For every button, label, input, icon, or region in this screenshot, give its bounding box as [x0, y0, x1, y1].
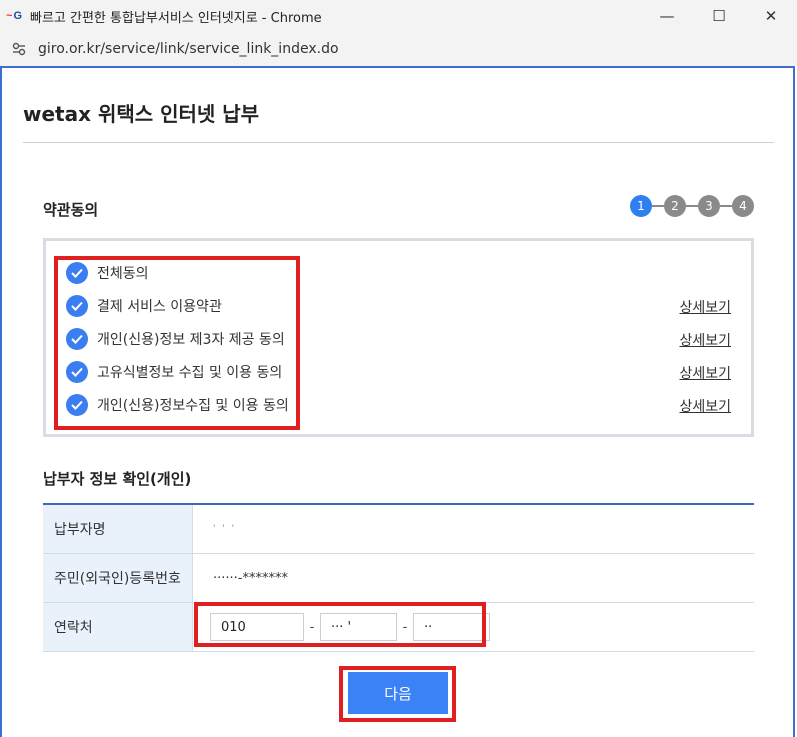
browser-title-bar: ~ G 빠르고 간편한 통합납부서비스 인터넷지로 - Chrome — ☐ ✕: [0, 0, 797, 32]
step-2: 2: [664, 195, 686, 217]
step-connector: [652, 205, 664, 207]
minimize-button[interactable]: —: [641, 0, 693, 32]
address-bar[interactable]: giro.or.kr/service/link/service_link_ind…: [0, 32, 797, 66]
table-row: 주민(외국인)등록번호 ······-*******: [43, 554, 754, 603]
title-divider: [23, 142, 774, 143]
term-detail-link[interactable]: 상세보기: [679, 330, 731, 350]
term-detail-link[interactable]: 상세보기: [679, 297, 731, 317]
rrn-value: ······-*******: [213, 570, 288, 586]
step-connector: [720, 205, 732, 207]
url-text[interactable]: giro.or.kr/service/link/service_link_ind…: [38, 41, 339, 57]
window-title: 빠르고 간편한 통합납부서비스 인터넷지로 - Chrome: [30, 10, 322, 26]
payer-name-label: 납부자명: [43, 505, 193, 553]
step-3: 3: [698, 195, 720, 217]
term-detail-link[interactable]: 상세보기: [679, 363, 731, 383]
rrn-label: 주민(외국인)등록번호: [43, 554, 193, 602]
page-title: wetax 위택스 인터넷 납부: [23, 102, 260, 126]
highlight-box: [194, 602, 486, 647]
term-detail-link[interactable]: 상세보기: [679, 396, 731, 416]
step-connector: [686, 205, 698, 207]
phone-label: 연락처: [43, 603, 193, 651]
giro-logo-icon: ~ G: [6, 10, 22, 22]
payer-section-title: 납부자 정보 확인(개인): [43, 470, 192, 488]
highlight-box: [54, 256, 300, 430]
step-1: 1: [630, 195, 652, 217]
step-indicator: 1 2 3 4: [630, 195, 754, 217]
terms-section-title: 약관동의: [43, 201, 99, 219]
maximize-button[interactable]: ☐: [693, 0, 745, 32]
step-4: 4: [732, 195, 754, 217]
close-button[interactable]: ✕: [745, 0, 797, 32]
highlight-box: [339, 666, 456, 722]
payer-name-value: ' ' ': [213, 524, 237, 534]
table-row: 납부자명 ' ' ': [43, 505, 754, 554]
site-settings-icon[interactable]: [10, 40, 28, 58]
